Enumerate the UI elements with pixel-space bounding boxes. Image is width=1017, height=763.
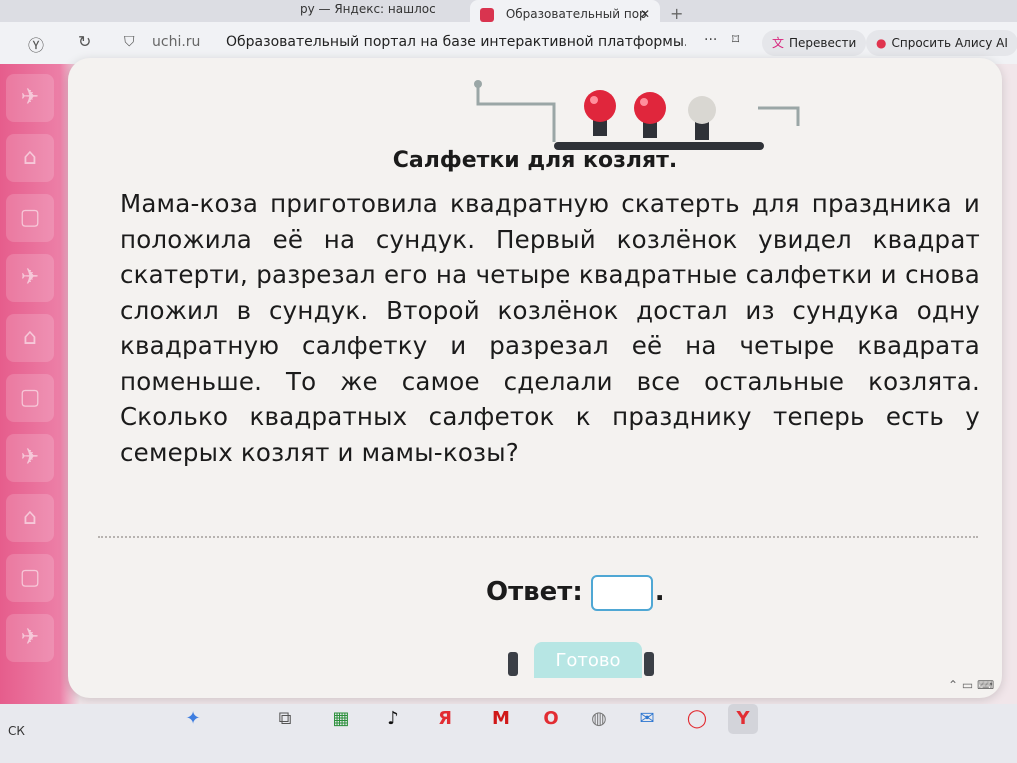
url-text[interactable]: uchi.ru (152, 34, 200, 50)
tray-icons[interactable]: ⌃ ▭ ⌨ (948, 678, 994, 692)
windows-taskbar: СК ✦ ⧉ ▦ ♪ Я M O ◍ ✉ ◯ Y ⌃ ▭ ⌨ (0, 678, 1017, 763)
done-area: Готово (488, 638, 688, 678)
opera-gx-icon[interactable]: ◯ (682, 704, 712, 734)
store-icon[interactable]: ▦ (326, 704, 356, 734)
translate-label: Перевести (789, 36, 857, 50)
answer-label: Ответ: (486, 577, 583, 607)
connector-left (508, 652, 518, 676)
sneaker-icon: ⌂ (6, 134, 54, 182)
page-title-text[interactable]: Образовательный портал на базе интеракти… (226, 34, 686, 50)
task-title: Салфетки для козлят. (392, 148, 678, 173)
task-text: Мама-коза приготовила квадратную скатерт… (120, 189, 980, 467)
plane-icon: ✈ (6, 74, 54, 122)
more-dots-icon[interactable]: ··· (704, 32, 717, 48)
sneaker-icon: ⌂ (6, 494, 54, 542)
new-tab-plus-icon[interactable]: + (670, 4, 683, 23)
connector-right (644, 652, 654, 676)
answer-suffix: . (654, 577, 665, 607)
shield-icon[interactable]: ⛉ (124, 34, 135, 50)
page-content: ✈ ⌂ ▢ ✈ ⌂ ▢ ✈ ⌂ ▢ ✈ Салфетки для козлят.… (0, 58, 1017, 704)
plane-icon: ✈ (6, 614, 54, 662)
yandex-browser-icon[interactable]: Я (430, 704, 460, 734)
bookmark-icon[interactable]: ⌑ (732, 32, 739, 48)
square-icon: ▢ (6, 374, 54, 422)
tab-strip: ру — Яндекс: нашлос Образовательный пор … (0, 0, 1017, 28)
reload-icon[interactable]: ↻ (78, 32, 91, 51)
answer-input[interactable] (590, 574, 653, 611)
yandex-home-icon[interactable]: Ⓨ (28, 32, 44, 56)
app-icon[interactable]: ♪ (378, 704, 408, 734)
task-view-icon[interactable]: ⧉ (270, 704, 300, 734)
side-panel: ✈ ⌂ ▢ ✈ ⌂ ▢ ✈ ⌂ ▢ ✈ (0, 64, 72, 704)
taskbar-left-text: СК (8, 724, 25, 738)
sparkle-icon[interactable]: ✦ (178, 704, 208, 734)
tab-label: ру — Яндекс: нашлос (300, 2, 436, 16)
alice-label: Спросить Алису AI (891, 36, 1008, 50)
garland-bulbs-icon (474, 80, 800, 150)
task-card: Салфетки для козлят. Мама-коза приготови… (68, 58, 1002, 698)
yandex-app-icon[interactable]: Y (728, 704, 758, 734)
outlook-icon[interactable]: ✉ (632, 704, 662, 734)
tab-yandex-search[interactable]: ру — Яндекс: нашлос (300, 0, 460, 22)
ask-alice-button[interactable]: ● Спросить Алису AI (866, 30, 1017, 56)
translate-icon: 文 (772, 36, 785, 50)
answer-row: Ответ:. (486, 570, 665, 614)
square-icon: ▢ (6, 554, 54, 602)
uchi-favicon-icon (480, 7, 494, 22)
divider (98, 536, 978, 538)
sneaker-icon: ⌂ (6, 314, 54, 362)
square-icon: ▢ (6, 194, 54, 242)
vpn-icon[interactable]: ◍ (584, 704, 614, 734)
opera-icon[interactable]: O (536, 704, 566, 734)
done-button[interactable]: Готово (534, 642, 642, 678)
translate-button[interactable]: 文 Перевести (762, 30, 867, 56)
mcafee-icon[interactable]: M (486, 704, 516, 734)
plane-icon: ✈ (6, 434, 54, 482)
tab-label: Образовательный пор (505, 7, 647, 21)
plane-icon: ✈ (6, 254, 54, 302)
alice-icon: ● (876, 36, 887, 50)
